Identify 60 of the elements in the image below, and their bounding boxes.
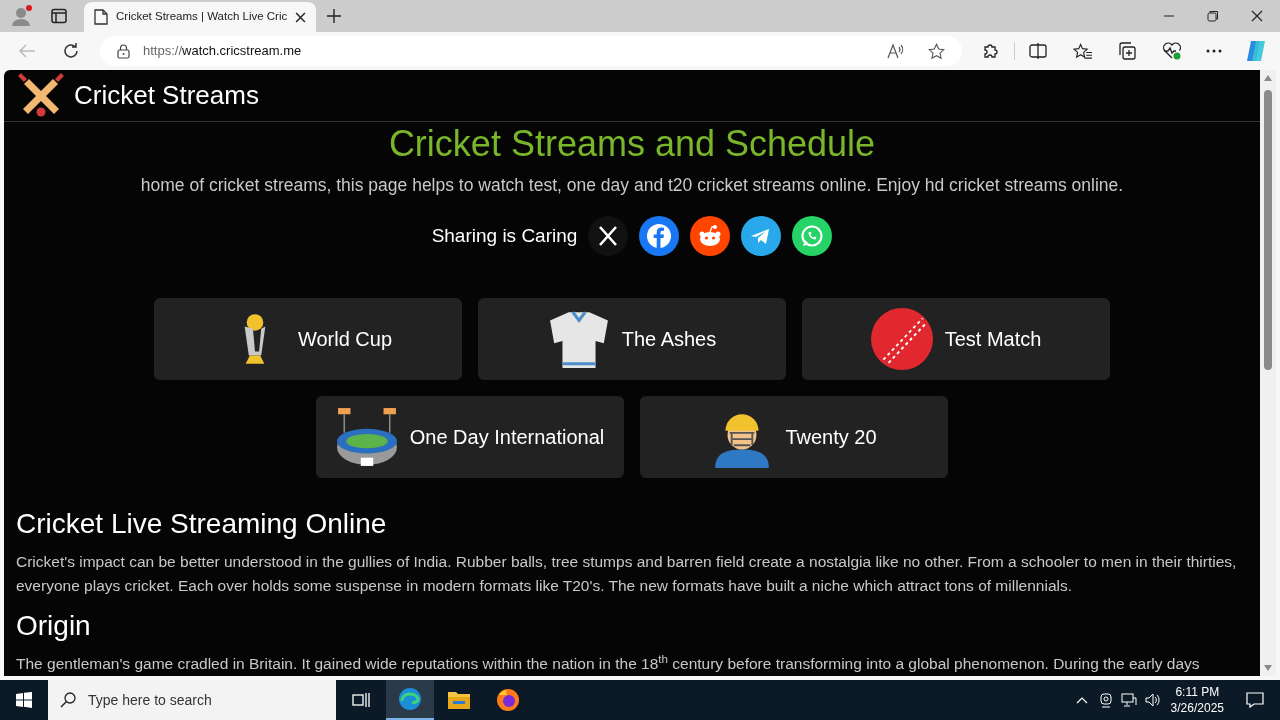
scrollbar[interactable] — [1260, 70, 1276, 676]
close-icon[interactable] — [295, 11, 307, 23]
site-name[interactable]: Cricket Streams — [74, 75, 259, 115]
folder-icon[interactable] — [447, 690, 471, 710]
section-heading: Origin — [16, 610, 92, 642]
chevron-up-icon[interactable] — [1075, 696, 1088, 704]
collections-icon[interactable] — [1118, 42, 1136, 60]
category-card[interactable]: Test Match — [802, 298, 1110, 380]
network-icon[interactable] — [1120, 693, 1137, 707]
section-heading: Cricket Live Streaming Online — [16, 508, 388, 540]
clock-time[interactable]: 6:11 PM — [1175, 684, 1220, 700]
category-card[interactable]: Twenty 20 — [640, 396, 948, 478]
page-icon — [94, 9, 108, 25]
taskbar-search-field[interactable]: Type here to search — [48, 680, 336, 720]
health-icon[interactable] — [1162, 42, 1182, 60]
search-placeholder: Type here to search — [88, 690, 212, 710]
star-icon[interactable] — [928, 42, 945, 60]
close-icon[interactable] — [1250, 10, 1264, 22]
favorites-icon[interactable] — [1073, 42, 1092, 60]
task-view-icon[interactable] — [352, 692, 370, 708]
edge-icon — [398, 687, 422, 711]
telegram-share-button[interactable] — [741, 216, 782, 256]
windows-start-icon[interactable] — [16, 692, 32, 708]
whatsapp-share-button[interactable] — [792, 216, 833, 256]
scroll-down-icon[interactable] — [1264, 665, 1272, 671]
clock-date[interactable]: 3/26/2025 — [1170, 700, 1224, 716]
webcam-icon[interactable] — [1098, 692, 1113, 708]
facebook-share-button[interactable] — [639, 216, 680, 256]
section-paragraph: Cricket's impact can be better understood in the gullies of India. Rubber balls, tree stumps and barren field create a nostalgia like no other. From a schooler to men in their thirties, everyone plays cricket. Each over holds some suspense in modern formats like T20's. The new formats have built a niche which attract tons of millennials. — [16, 552, 1238, 596]
browser-tab[interactable]: Cricket Streams | Watch Live Cric — [84, 2, 317, 32]
section-paragraph: The gentleman's game cradled in Britain. It gained wide reputations within the nation in the 18$^{th}$ century before transforming into a global phenomenon. During the early days — [16, 652, 1201, 674]
restore-icon[interactable] — [1206, 10, 1220, 22]
address-bar[interactable]: https://watch.cricstream.me — [100, 36, 962, 66]
more-icon[interactable] — [1206, 49, 1222, 53]
notifications-icon[interactable] — [1246, 691, 1264, 709]
scroll-up-icon[interactable] — [1264, 75, 1272, 81]
profile-icon[interactable] — [10, 4, 34, 28]
volume-icon[interactable] — [1144, 693, 1161, 707]
share-label: Sharing is Caring — [431, 223, 578, 248]
page-heading: Cricket Streams and Schedule — [387, 122, 877, 165]
split-screen-icon[interactable] — [1029, 43, 1047, 59]
category-card[interactable]: World Cup — [154, 298, 462, 380]
stadium-icon — [335, 406, 398, 468]
read-aloud-icon[interactable] — [887, 43, 905, 59]
tab-title: Cricket Streams | Watch Live Cric — [116, 9, 288, 25]
url-text: https://watch.cricstream.me — [143, 42, 302, 61]
category-card[interactable]: The Ashes — [478, 298, 786, 380]
puzzle-icon[interactable] — [982, 42, 1000, 60]
new-tab-icon[interactable] — [327, 9, 342, 23]
x-share-button[interactable] — [588, 216, 629, 256]
category-card[interactable]: One Day International — [316, 396, 624, 478]
scrollbar-thumb[interactable] — [1264, 90, 1272, 370]
edge-taskbar-button[interactable] — [386, 680, 434, 720]
tab-actions-icon[interactable] — [51, 8, 67, 24]
search-icon — [60, 692, 76, 708]
lock-icon — [117, 43, 130, 59]
refresh-icon[interactable] — [62, 42, 80, 60]
cricket-ball-icon — [870, 308, 933, 370]
page-subtitle: home of cricket streams, this page helps to watch test, one day and t20 cricket streams online. Enjoy hd cricket streams online. — [139, 173, 1125, 197]
reddit-share-button[interactable] — [690, 216, 731, 256]
